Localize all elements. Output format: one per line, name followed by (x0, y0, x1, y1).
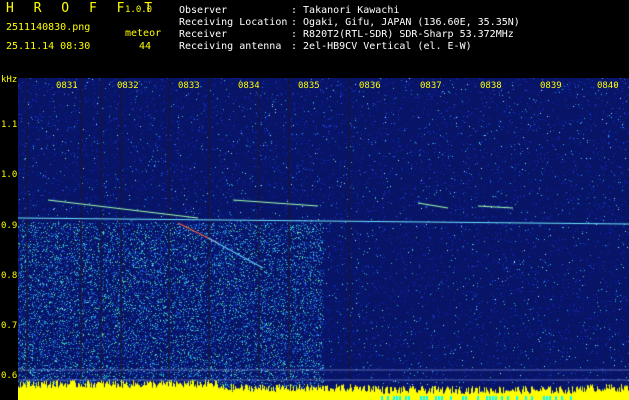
frequency-tick-label: 0.6 (1, 371, 18, 381)
time-tick-label: 0835 (298, 81, 320, 91)
time-tick-label: 0833 (178, 81, 200, 91)
time-tick-label: 0839 (540, 81, 562, 91)
frequency-tick-label: 0.7 (1, 321, 18, 331)
time-tick-label: 0840 (597, 81, 619, 91)
capture-filename: 2511140830.png (6, 22, 91, 33)
frequency-tick-label: 0.9 (1, 221, 18, 231)
observer-value: : Takanori Kawachi (291, 5, 400, 16)
observer-label: Observer (179, 5, 228, 16)
receiver-label: Receiver (179, 29, 228, 40)
time-tick-label: 0834 (238, 81, 260, 91)
header-panel: H R O F F T 1.0.0 2511140830.png 25.11.1… (0, 0, 629, 78)
frequency-tick-label: 1.0 (1, 170, 18, 180)
location-value: : Ogaki, Gifu, JAPAN (136.60E, 35.35N) (291, 17, 520, 28)
frequency-unit-label: kHz (1, 75, 18, 85)
frequency-tick-label: 0.8 (1, 271, 18, 281)
time-tick-label: 0831 (56, 81, 78, 91)
time-tick-label: 0837 (420, 81, 442, 91)
receiver-value: : R820T2(RTL-SDR) SDR-Sharp 53.372MHz (291, 29, 514, 40)
antenna-value: : 2el-HB9CV Vertical (el. E-W) (291, 41, 472, 52)
meteor-count: 44 (139, 41, 152, 52)
meteor-label: meteor (125, 28, 162, 39)
time-tick-label: 0832 (117, 81, 139, 91)
spectrogram-waterfall (18, 78, 629, 400)
antenna-label: Receiving antenna (179, 41, 282, 52)
frequency-tick-label: 1.1 (1, 120, 18, 130)
location-label: Receiving Location (179, 17, 288, 28)
app-version: 1.0.0 (125, 5, 153, 15)
capture-datetime: 25.11.14 08:30 (6, 41, 91, 52)
time-tick-label: 0836 (359, 81, 381, 91)
time-tick-label: 0838 (480, 81, 502, 91)
